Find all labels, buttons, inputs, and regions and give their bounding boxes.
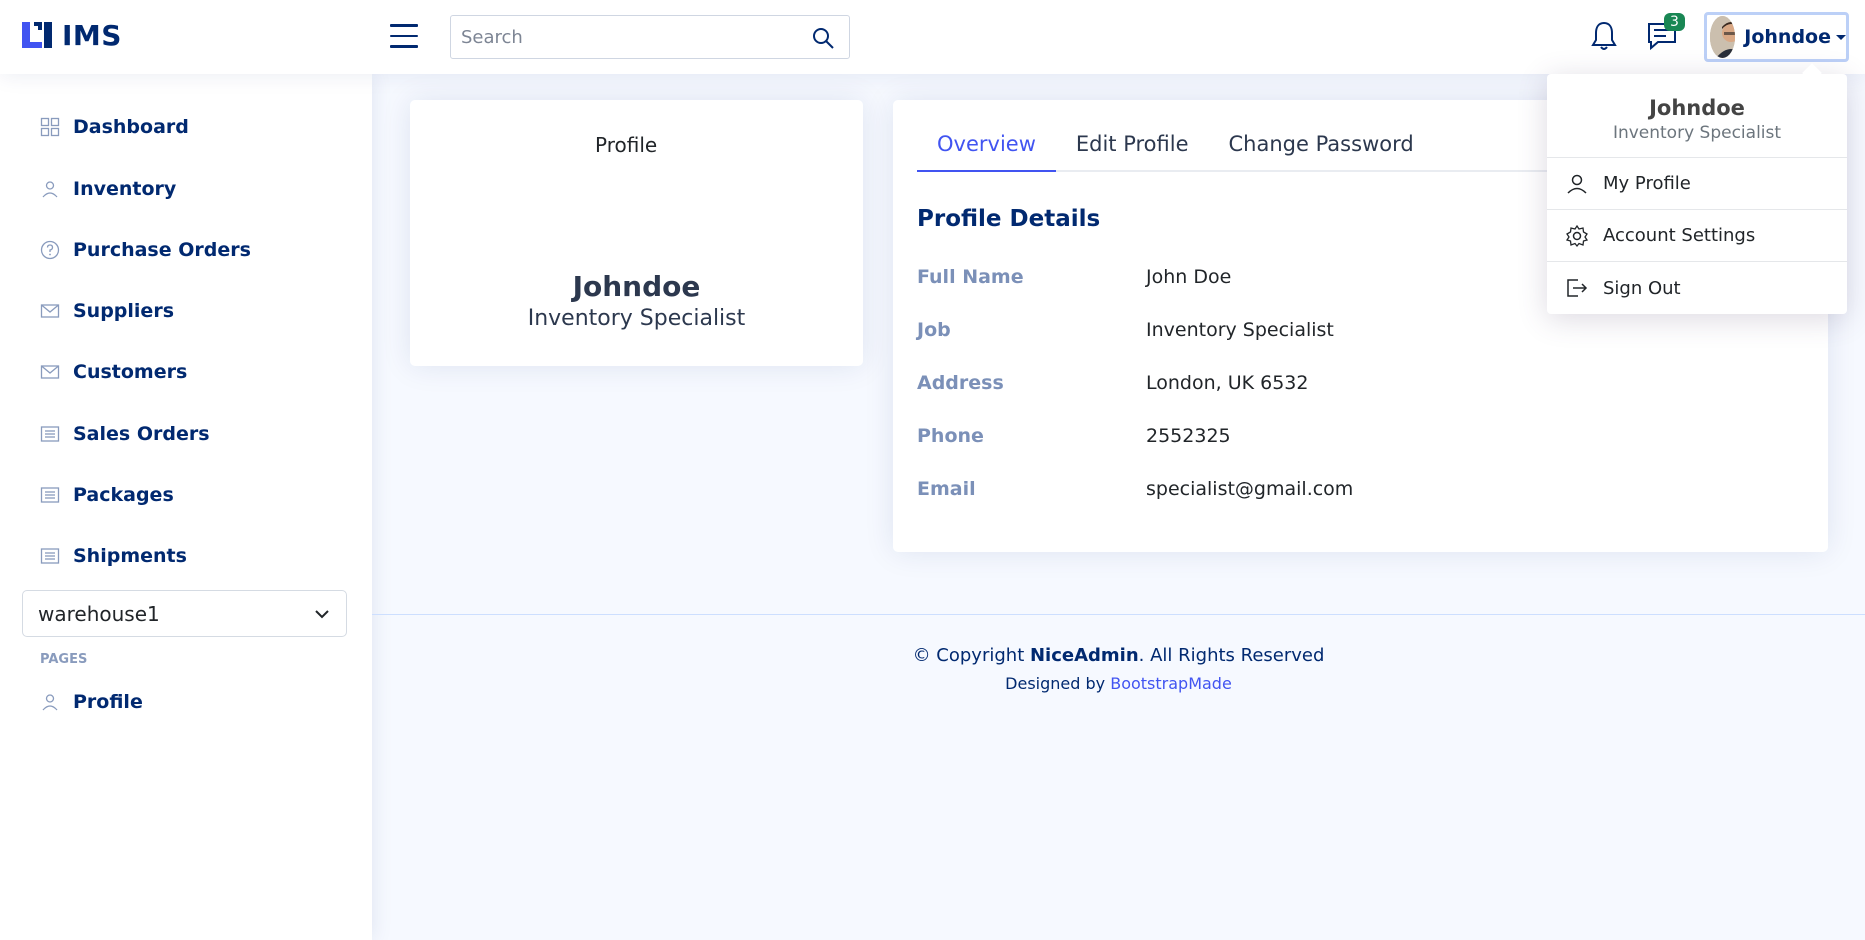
my-profile-menu-item[interactable]: My Profile — [1547, 158, 1847, 210]
designer-link[interactable]: BootstrapMade — [1110, 674, 1232, 693]
person-icon — [1567, 174, 1587, 194]
copyright-prefix: © Copyright — [912, 645, 1030, 666]
sidebar-item-label: Sales Orders — [73, 423, 210, 445]
list-icon — [40, 487, 60, 503]
sidebar-item-purchase-orders[interactable]: Purchase Orders — [40, 239, 251, 261]
footer: © Copyright NiceAdmin. All Rights Reserv… — [372, 614, 1865, 693]
credits-text: Designed by BootstrapMade — [372, 674, 1865, 693]
detail-value: 2552325 — [1146, 425, 1231, 447]
caret-down-icon — [1836, 34, 1846, 40]
detail-value: specialist@gmail.com — [1146, 478, 1354, 500]
sidebar-item-label: Customers — [73, 361, 188, 383]
search-input[interactable] — [451, 16, 791, 58]
question-circle-icon — [40, 240, 60, 260]
header: IMS 3 — [0, 0, 1865, 74]
bell-icon[interactable] — [1589, 20, 1619, 52]
sidebar-item-dashboard[interactable]: Dashboard — [40, 116, 189, 138]
user-name: Johndoe — [1744, 26, 1831, 48]
detail-row-full-name: Full Name John Doe — [917, 266, 1231, 288]
envelope-icon — [40, 304, 60, 318]
list-icon — [40, 548, 60, 564]
chevron-down-icon — [315, 610, 329, 619]
grid-icon — [40, 117, 60, 137]
envelope-icon — [40, 365, 60, 379]
sidebar-item-label: Inventory — [73, 178, 177, 200]
gear-icon — [1565, 224, 1589, 247]
logo-icon — [22, 22, 52, 48]
dropdown-user-name: Johndoe — [1649, 96, 1745, 120]
messages-badge: 3 — [1664, 13, 1685, 31]
menu-item-label: Account Settings — [1603, 225, 1756, 246]
pages-heading: PAGES — [40, 652, 88, 667]
menu-item-label: My Profile — [1603, 173, 1691, 194]
sidebar-item-label: Profile — [73, 691, 143, 713]
menu-item-label: Sign Out — [1603, 277, 1681, 299]
detail-row-email: Email specialist@gmail.com — [917, 478, 1353, 500]
menu-line — [390, 24, 418, 27]
sidebar-item-sales-orders[interactable]: Sales Orders — [40, 423, 210, 445]
dropdown-user-role: Inventory Specialist — [1612, 123, 1782, 143]
detail-label: Email — [917, 478, 976, 500]
avatar — [1710, 16, 1736, 58]
detail-row-phone: Phone 2552325 — [917, 425, 1231, 447]
search-bar — [450, 15, 850, 59]
user-dropdown-menu: Johndoe Inventory Specialist My Profile … — [1547, 74, 1847, 314]
sidebar-item-inventory[interactable]: Inventory — [40, 178, 176, 200]
menu-line — [390, 45, 418, 48]
messages-button[interactable]: 3 — [1646, 13, 1685, 52]
sidebar-item-customers[interactable]: Customers — [40, 361, 187, 383]
copyright-brand: NiceAdmin — [1029, 645, 1139, 666]
sidebar-item-profile[interactable]: Profile — [40, 691, 143, 713]
tab-edit-profile[interactable]: Edit Profile — [1056, 120, 1209, 172]
sidebar-toggle-button[interactable] — [390, 24, 418, 50]
detail-label: Address — [917, 372, 1004, 394]
sidebar-item-label: Purchase Orders — [73, 239, 251, 261]
detail-label: Phone — [917, 425, 984, 447]
logo-text: IMS — [62, 18, 122, 52]
sidebar: Dashboard Inventory Purchase Orders Supp… — [0, 74, 372, 940]
tab-overview[interactable]: Overview — [917, 120, 1056, 172]
warehouse-select[interactable]: warehouse1 — [22, 590, 347, 637]
sign-out-icon — [1567, 279, 1588, 297]
profile-name: Johndoe — [572, 270, 701, 303]
sign-out-menu-item[interactable]: Sign Out — [1547, 262, 1847, 314]
copyright-text: © Copyright NiceAdmin. All Rights Reserv… — [372, 645, 1865, 666]
sidebar-item-shipments[interactable]: Shipments — [40, 545, 187, 567]
dropdown-header: Johndoe Inventory Specialist — [1547, 74, 1847, 158]
account-settings-menu-item[interactable]: Account Settings — [1547, 210, 1847, 262]
person-icon — [42, 181, 58, 198]
profile-card: Profile Johndoe Inventory Specialist — [410, 100, 863, 366]
copyright-suffix: . All Rights Reserved — [1138, 645, 1325, 666]
section-title: Profile Details — [917, 206, 1101, 232]
detail-row-job: Job Inventory Specialist — [917, 319, 1334, 341]
detail-label: Full Name — [917, 266, 1024, 288]
list-icon — [40, 426, 60, 442]
sidebar-item-label: Dashboard — [73, 116, 189, 138]
detail-label: Job — [917, 319, 951, 341]
sidebar-item-packages[interactable]: Packages — [40, 484, 174, 506]
user-menu-button[interactable]: Johndoe — [1704, 12, 1849, 62]
credits-prefix: Designed by — [1005, 674, 1111, 693]
sidebar-item-label: Shipments — [73, 545, 187, 567]
person-icon — [42, 694, 58, 711]
menu-line — [390, 34, 418, 37]
logo[interactable]: IMS — [20, 18, 122, 52]
profile-image: Profile — [595, 133, 658, 157]
sidebar-item-label: Suppliers — [73, 300, 175, 322]
tab-change-password[interactable]: Change Password — [1209, 120, 1434, 172]
warehouse-selected-value: warehouse1 — [38, 601, 160, 626]
detail-value: Inventory Specialist — [1146, 319, 1334, 341]
sidebar-item-suppliers[interactable]: Suppliers — [40, 300, 174, 322]
detail-value: John Doe — [1146, 266, 1232, 288]
search-icon[interactable] — [811, 26, 835, 50]
detail-row-address: Address London, UK 6532 — [917, 372, 1308, 394]
profile-role: Inventory Specialist — [527, 306, 746, 331]
sidebar-item-label: Packages — [73, 484, 174, 506]
detail-value: London, UK 6532 — [1146, 372, 1309, 394]
